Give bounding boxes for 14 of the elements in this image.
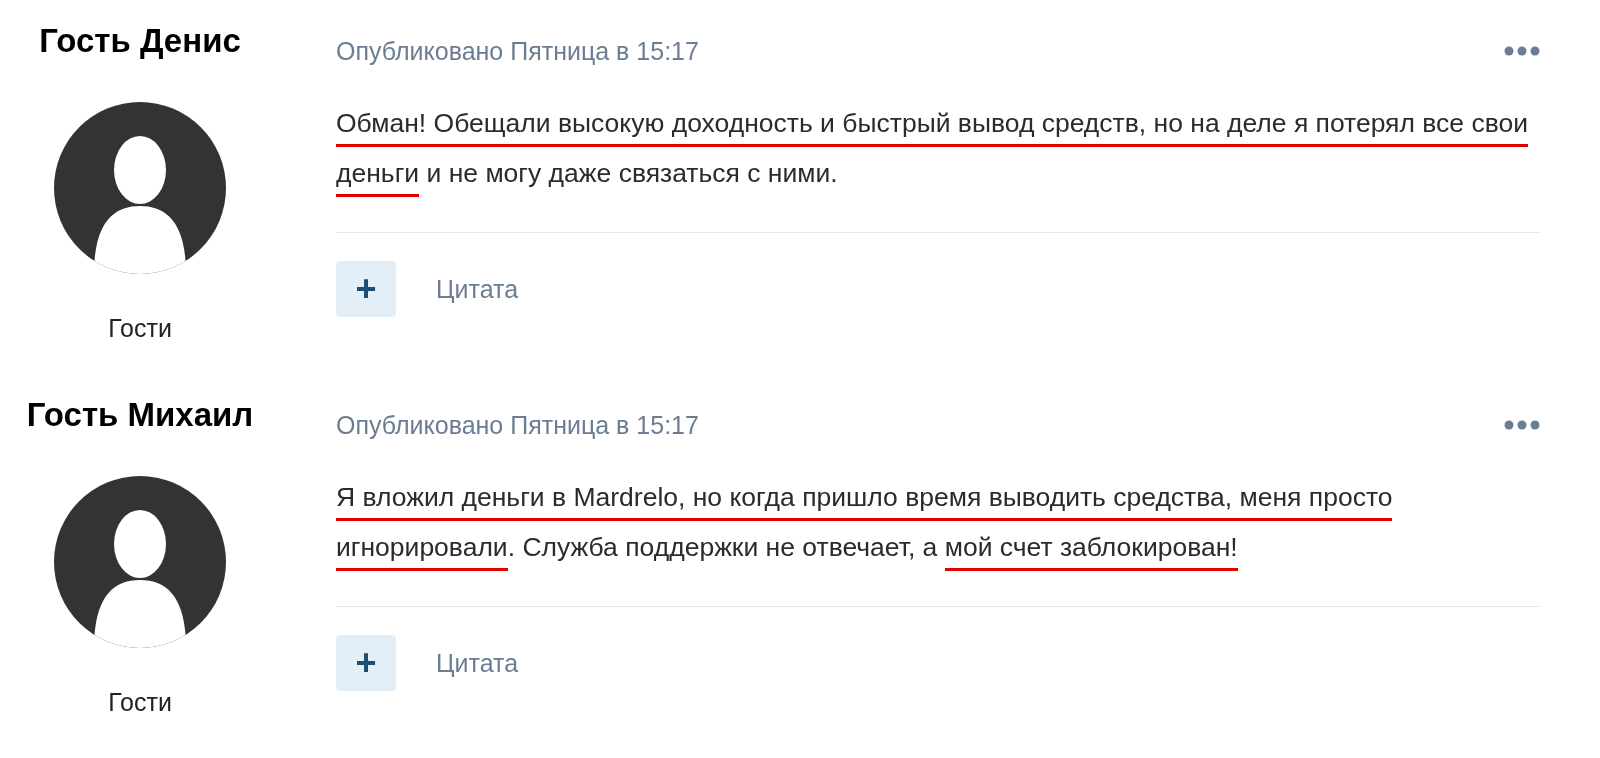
- more-icon[interactable]: [1504, 46, 1540, 56]
- post-date: Опубликовано Пятница в 15:17: [336, 410, 699, 440]
- quote-link[interactable]: Цитата: [436, 648, 519, 678]
- member-group: Гости: [108, 688, 172, 717]
- more-icon[interactable]: [1504, 420, 1540, 430]
- add-button[interactable]: +: [336, 261, 396, 317]
- avatar-icon: [54, 102, 226, 274]
- member-group: Гости: [108, 314, 172, 343]
- avatar-icon: [54, 476, 226, 648]
- post-date: Опубликовано Пятница в 15:17: [336, 36, 699, 66]
- author-name: Гость Михаил: [26, 396, 254, 435]
- author-name: Гость Денис: [39, 22, 241, 61]
- quote-link[interactable]: Цитата: [436, 274, 519, 304]
- add-button[interactable]: +: [336, 635, 396, 691]
